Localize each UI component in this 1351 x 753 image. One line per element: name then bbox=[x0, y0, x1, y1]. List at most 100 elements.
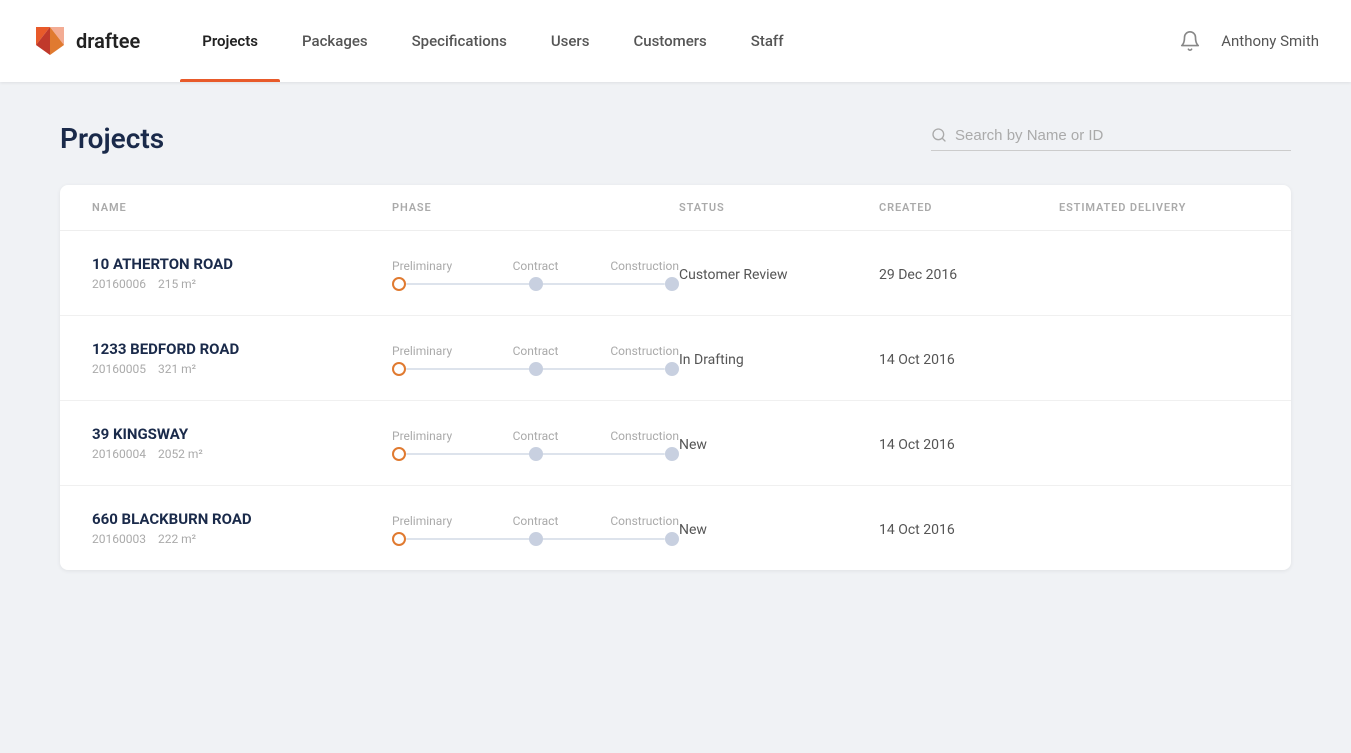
phase-track bbox=[392, 281, 679, 287]
project-name: 10 ATHERTON ROAD bbox=[92, 255, 392, 273]
logo-icon bbox=[32, 23, 68, 59]
created-text: 14 Oct 2016 bbox=[879, 522, 955, 538]
search-input[interactable] bbox=[955, 127, 1291, 144]
project-area: 215 m² bbox=[158, 277, 196, 291]
track-dots bbox=[392, 277, 679, 291]
col-delivery: ESTIMATED DELIVERY bbox=[1059, 201, 1259, 214]
table-header: NAME PHASE STATUS CREATED ESTIMATED DELI… bbox=[60, 185, 1291, 231]
created-text: 14 Oct 2016 bbox=[879, 352, 955, 368]
page-title: Projects bbox=[60, 122, 164, 155]
track-dots bbox=[392, 447, 679, 461]
phase-track bbox=[392, 536, 679, 542]
phase-dot-1 bbox=[392, 447, 406, 461]
project-name: 660 BLACKBURN ROAD bbox=[92, 510, 392, 528]
phase-dot-2 bbox=[529, 532, 543, 546]
phase-contract: Contract bbox=[496, 259, 576, 273]
created-cell: 14 Oct 2016 bbox=[879, 519, 1059, 538]
col-status: STATUS bbox=[679, 201, 879, 214]
table-row[interactable]: 10 ATHERTON ROAD 20160006 215 m² Prelimi… bbox=[60, 231, 1291, 316]
navbar: draftee Projects Packages Specifications… bbox=[0, 0, 1351, 82]
phase-preliminary: Preliminary bbox=[392, 259, 472, 273]
phase-cell: Preliminary Contract Construction bbox=[392, 344, 679, 372]
phase-preliminary: Preliminary bbox=[392, 514, 472, 528]
project-name-cell: 1233 BEDFORD ROAD 20160005 321 m² bbox=[92, 340, 392, 376]
nav-projects[interactable]: Projects bbox=[180, 0, 280, 82]
table-row[interactable]: 660 BLACKBURN ROAD 20160003 222 m² Preli… bbox=[60, 486, 1291, 570]
project-area: 222 m² bbox=[158, 532, 196, 546]
status-cell: Customer Review bbox=[679, 264, 879, 283]
status-cell: New bbox=[679, 519, 879, 538]
status-cell: In Drafting bbox=[679, 349, 879, 368]
created-cell: 29 Dec 2016 bbox=[879, 264, 1059, 283]
phase-dot-3 bbox=[665, 277, 679, 291]
projects-table: NAME PHASE STATUS CREATED ESTIMATED DELI… bbox=[60, 185, 1291, 570]
status-cell: New bbox=[679, 434, 879, 453]
phase-dot-3 bbox=[665, 532, 679, 546]
project-id: 20160005 bbox=[92, 362, 146, 376]
brand-name: draftee bbox=[76, 29, 140, 53]
project-area: 321 m² bbox=[158, 362, 196, 376]
status-text: New bbox=[679, 437, 707, 453]
status-text: In Drafting bbox=[679, 352, 744, 368]
project-id: 20160003 bbox=[92, 532, 146, 546]
phase-track bbox=[392, 451, 679, 457]
logo-link[interactable]: draftee bbox=[32, 23, 140, 59]
nav-staff[interactable]: Staff bbox=[729, 0, 806, 82]
table-row[interactable]: 1233 BEDFORD ROAD 20160005 321 m² Prelim… bbox=[60, 316, 1291, 401]
created-cell: 14 Oct 2016 bbox=[879, 434, 1059, 453]
nav-customers[interactable]: Customers bbox=[611, 0, 728, 82]
project-meta: 20160004 2052 m² bbox=[92, 447, 392, 461]
page-container: Projects NAME PHASE STATUS CREATED ESTIM… bbox=[0, 82, 1351, 610]
created-cell: 14 Oct 2016 bbox=[879, 349, 1059, 368]
nav-packages[interactable]: Packages bbox=[280, 0, 390, 82]
phase-cell: Preliminary Contract Construction bbox=[392, 514, 679, 542]
nav-right: Anthony Smith bbox=[1179, 30, 1319, 52]
track-dots bbox=[392, 532, 679, 546]
col-created: CREATED bbox=[879, 201, 1059, 214]
project-id: 20160004 bbox=[92, 447, 146, 461]
phase-construction: Construction bbox=[599, 259, 679, 273]
phase-labels: Preliminary Contract Construction bbox=[392, 514, 679, 528]
phase-contract: Contract bbox=[496, 429, 576, 443]
table-row[interactable]: 39 KINGSWAY 20160004 2052 m² Preliminary… bbox=[60, 401, 1291, 486]
phase-preliminary: Preliminary bbox=[392, 344, 472, 358]
phase-dot-1 bbox=[392, 277, 406, 291]
phase-cell: Preliminary Contract Construction bbox=[392, 429, 679, 457]
col-phase: PHASE bbox=[392, 201, 679, 214]
phase-labels: Preliminary Contract Construction bbox=[392, 259, 679, 273]
project-area: 2052 m² bbox=[158, 447, 203, 461]
phase-contract: Contract bbox=[496, 344, 576, 358]
project-id: 20160006 bbox=[92, 277, 146, 291]
project-meta: 20160003 222 m² bbox=[92, 532, 392, 546]
bell-icon[interactable] bbox=[1179, 30, 1201, 52]
search-box bbox=[931, 127, 1291, 151]
created-text: 14 Oct 2016 bbox=[879, 437, 955, 453]
project-name-cell: 39 KINGSWAY 20160004 2052 m² bbox=[92, 425, 392, 461]
user-name: Anthony Smith bbox=[1221, 32, 1319, 50]
phase-dot-3 bbox=[665, 447, 679, 461]
nav-users[interactable]: Users bbox=[529, 0, 612, 82]
phase-labels: Preliminary Contract Construction bbox=[392, 344, 679, 358]
nav-specifications[interactable]: Specifications bbox=[390, 0, 529, 82]
page-header: Projects bbox=[60, 122, 1291, 155]
phase-dot-1 bbox=[392, 362, 406, 376]
phase-construction: Construction bbox=[599, 344, 679, 358]
search-icon bbox=[931, 127, 947, 143]
phase-contract: Contract bbox=[496, 514, 576, 528]
phase-dot-2 bbox=[529, 277, 543, 291]
phase-labels: Preliminary Contract Construction bbox=[392, 429, 679, 443]
project-meta: 20160006 215 m² bbox=[92, 277, 392, 291]
col-name: NAME bbox=[92, 201, 392, 214]
status-text: New bbox=[679, 522, 707, 538]
project-name-cell: 10 ATHERTON ROAD 20160006 215 m² bbox=[92, 255, 392, 291]
phase-preliminary: Preliminary bbox=[392, 429, 472, 443]
project-name-cell: 660 BLACKBURN ROAD 20160003 222 m² bbox=[92, 510, 392, 546]
project-meta: 20160005 321 m² bbox=[92, 362, 392, 376]
project-name: 1233 BEDFORD ROAD bbox=[92, 340, 392, 358]
phase-dot-1 bbox=[392, 532, 406, 546]
nav-links: Projects Packages Specifications Users C… bbox=[180, 0, 1179, 82]
project-name: 39 KINGSWAY bbox=[92, 425, 392, 443]
phase-dot-2 bbox=[529, 447, 543, 461]
track-dots bbox=[392, 362, 679, 376]
phase-construction: Construction bbox=[599, 514, 679, 528]
